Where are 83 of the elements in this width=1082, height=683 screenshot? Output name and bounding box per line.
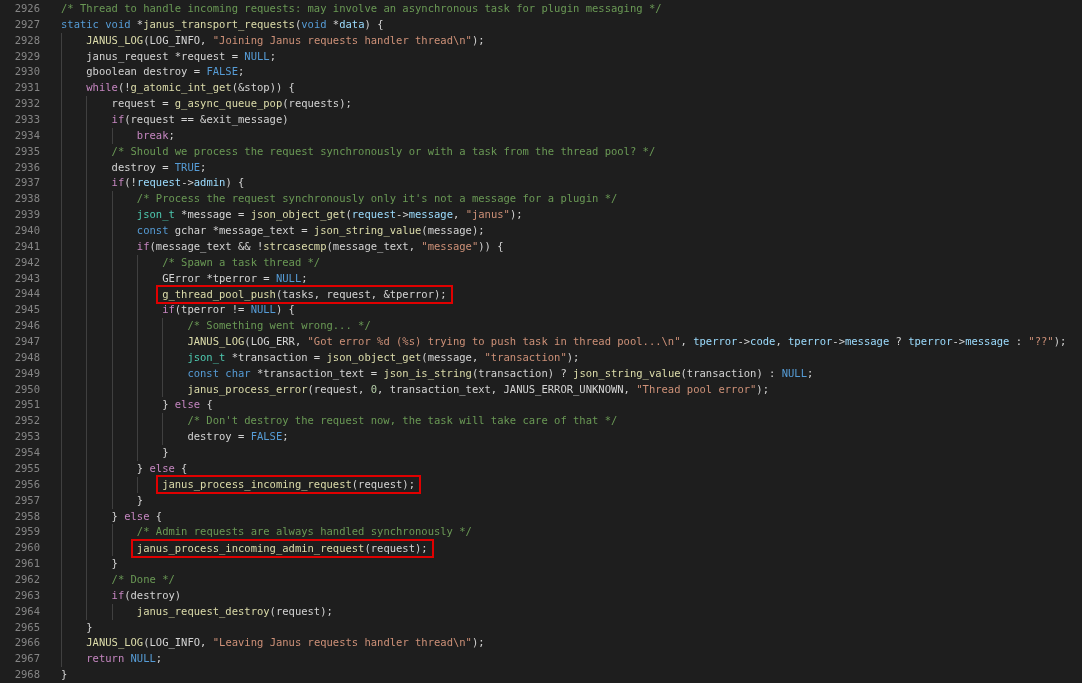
code-line: if(destroy) bbox=[111, 587, 182, 603]
line-number: 2950 bbox=[13, 381, 40, 397]
code-line: destroy = FALSE; bbox=[187, 429, 289, 445]
line-number: 2959 bbox=[13, 524, 40, 540]
code-line: gboolean destroy = FALSE; bbox=[86, 64, 245, 80]
line-number: 2953 bbox=[13, 429, 40, 445]
code-line: if(request == &exit_message) bbox=[111, 112, 289, 128]
line-number: 2932 bbox=[13, 96, 40, 112]
line-number: 2957 bbox=[13, 492, 40, 508]
code-line: /* Done */ bbox=[111, 571, 175, 587]
line-number: 2938 bbox=[13, 191, 40, 207]
code-line: /* Spawn a task thread */ bbox=[162, 254, 321, 270]
code-line: const gchar *message_text = json_string_value(message); bbox=[136, 223, 485, 239]
line-number: 2934 bbox=[13, 127, 40, 143]
line-number: 2951 bbox=[13, 397, 40, 413]
line-number: 2966 bbox=[13, 635, 40, 651]
code-line: /* Should we process the request synchronously or with a task from the thread pool? */ bbox=[111, 143, 656, 159]
code-line: } bbox=[136, 492, 144, 508]
code-line: JANUS_LOG(LOG_INFO, "Leaving Janus requests handler thread\n"); bbox=[86, 635, 485, 651]
line-number: 2952 bbox=[13, 413, 40, 429]
line-number: 2962 bbox=[13, 571, 40, 587]
line-number: 2929 bbox=[13, 48, 40, 64]
code-line: static void *janus_transport_requests(void *data) { bbox=[61, 16, 384, 33]
code-line: break; bbox=[136, 127, 175, 143]
code-line: if(tperror != NULL) { bbox=[162, 302, 295, 318]
line-number: 2942 bbox=[13, 254, 40, 270]
code-line: } bbox=[111, 556, 118, 572]
code-line: JANUS_LOG(LOG_INFO, "Joining Janus requests handler thread\n"); bbox=[86, 32, 485, 49]
code-line: const char *transaction_text = json_is_string(transaction) ? json_string_value(transaction) : NULL; bbox=[187, 365, 814, 382]
line-number: 2956 bbox=[13, 476, 40, 492]
code-line: json_t *message = json_object_get(request->message, "janus"); bbox=[136, 207, 523, 223]
line-number: 2936 bbox=[13, 159, 40, 175]
line-number: 2958 bbox=[13, 508, 40, 524]
line-number: 2964 bbox=[13, 603, 40, 619]
line-number: 2937 bbox=[13, 175, 40, 191]
line-number: 2930 bbox=[13, 64, 40, 80]
code-line: while(!g_atomic_int_get(&stop)) { bbox=[86, 80, 295, 96]
line-number: 2967 bbox=[13, 651, 40, 667]
line-number: 2928 bbox=[13, 32, 40, 48]
line-number: 2945 bbox=[13, 302, 40, 318]
line-number: 2943 bbox=[13, 270, 40, 286]
line-number: 2968 bbox=[13, 667, 40, 683]
code-line: request = g_async_queue_pop(requests); bbox=[111, 96, 352, 112]
line-number: 2926 bbox=[13, 1, 40, 16]
line-number: 2960 bbox=[13, 540, 40, 556]
line-number: 2941 bbox=[13, 238, 40, 254]
line-number: 2946 bbox=[13, 318, 40, 334]
line-number: 2963 bbox=[13, 587, 40, 603]
code-line: } else { bbox=[162, 397, 213, 413]
line-number: 2931 bbox=[13, 80, 40, 96]
code-line: /* Thread to handle incoming requests: may involve an asynchronous task for plugin messaging */ bbox=[61, 1, 662, 16]
line-number: 2961 bbox=[13, 556, 40, 572]
code-line: return NULL; bbox=[86, 651, 163, 667]
code-line: } bbox=[162, 445, 169, 461]
code-line: if(message_text && !strcasecmp(message_text, "message")) { bbox=[136, 238, 504, 255]
code-line: /* Don't destroy the request now, the task will take care of that */ bbox=[187, 413, 618, 429]
line-number: 2965 bbox=[13, 619, 40, 635]
code-line: /* Process the request synchronously only it's not a message for a plugin */ bbox=[136, 191, 618, 207]
line-number: 2933 bbox=[13, 112, 40, 127]
code-line: json_t *transaction = json_object_get(message, "transaction"); bbox=[187, 349, 580, 366]
line-number: 2949 bbox=[13, 365, 40, 381]
code-line: JANUS_LOG(LOG_ERR, "Got error %d (%s) trying to push task in thread pool...\n", tperror->code, tperror->message ? tperror->message : "??"); bbox=[187, 334, 1067, 350]
code-line: janus_request *request = NULL; bbox=[86, 48, 276, 65]
code-line: janus_request_destroy(request); bbox=[136, 603, 333, 620]
code-line: /* Admin requests are always handled synchronously */ bbox=[136, 524, 472, 540]
code-line: GError *tperror = NULL; bbox=[162, 270, 308, 286]
line-number: 2954 bbox=[13, 445, 40, 461]
line-number: 2935 bbox=[13, 143, 40, 159]
code-line: janus_process_error(request, 0, transaction_text, JANUS_ERROR_UNKNOWN, "Thread pool error"); bbox=[187, 381, 769, 398]
code-line: } else { bbox=[136, 460, 188, 476]
line-number: 2944 bbox=[13, 286, 40, 302]
code-line: destroy = TRUE; bbox=[111, 159, 207, 175]
line-number: 2948 bbox=[13, 349, 40, 365]
code-line: } else { bbox=[111, 508, 163, 524]
line-number: 2927 bbox=[13, 16, 40, 32]
code-line: if(!request->admin) { bbox=[111, 175, 245, 191]
line-number: 2939 bbox=[13, 207, 40, 223]
line-number: 2947 bbox=[13, 334, 40, 350]
code-line: } bbox=[61, 667, 68, 683]
line-number: 2955 bbox=[13, 460, 40, 476]
line-number: 2940 bbox=[13, 223, 40, 239]
code-line: } bbox=[86, 619, 93, 635]
code-line: /* Something went wrong... */ bbox=[187, 318, 371, 334]
